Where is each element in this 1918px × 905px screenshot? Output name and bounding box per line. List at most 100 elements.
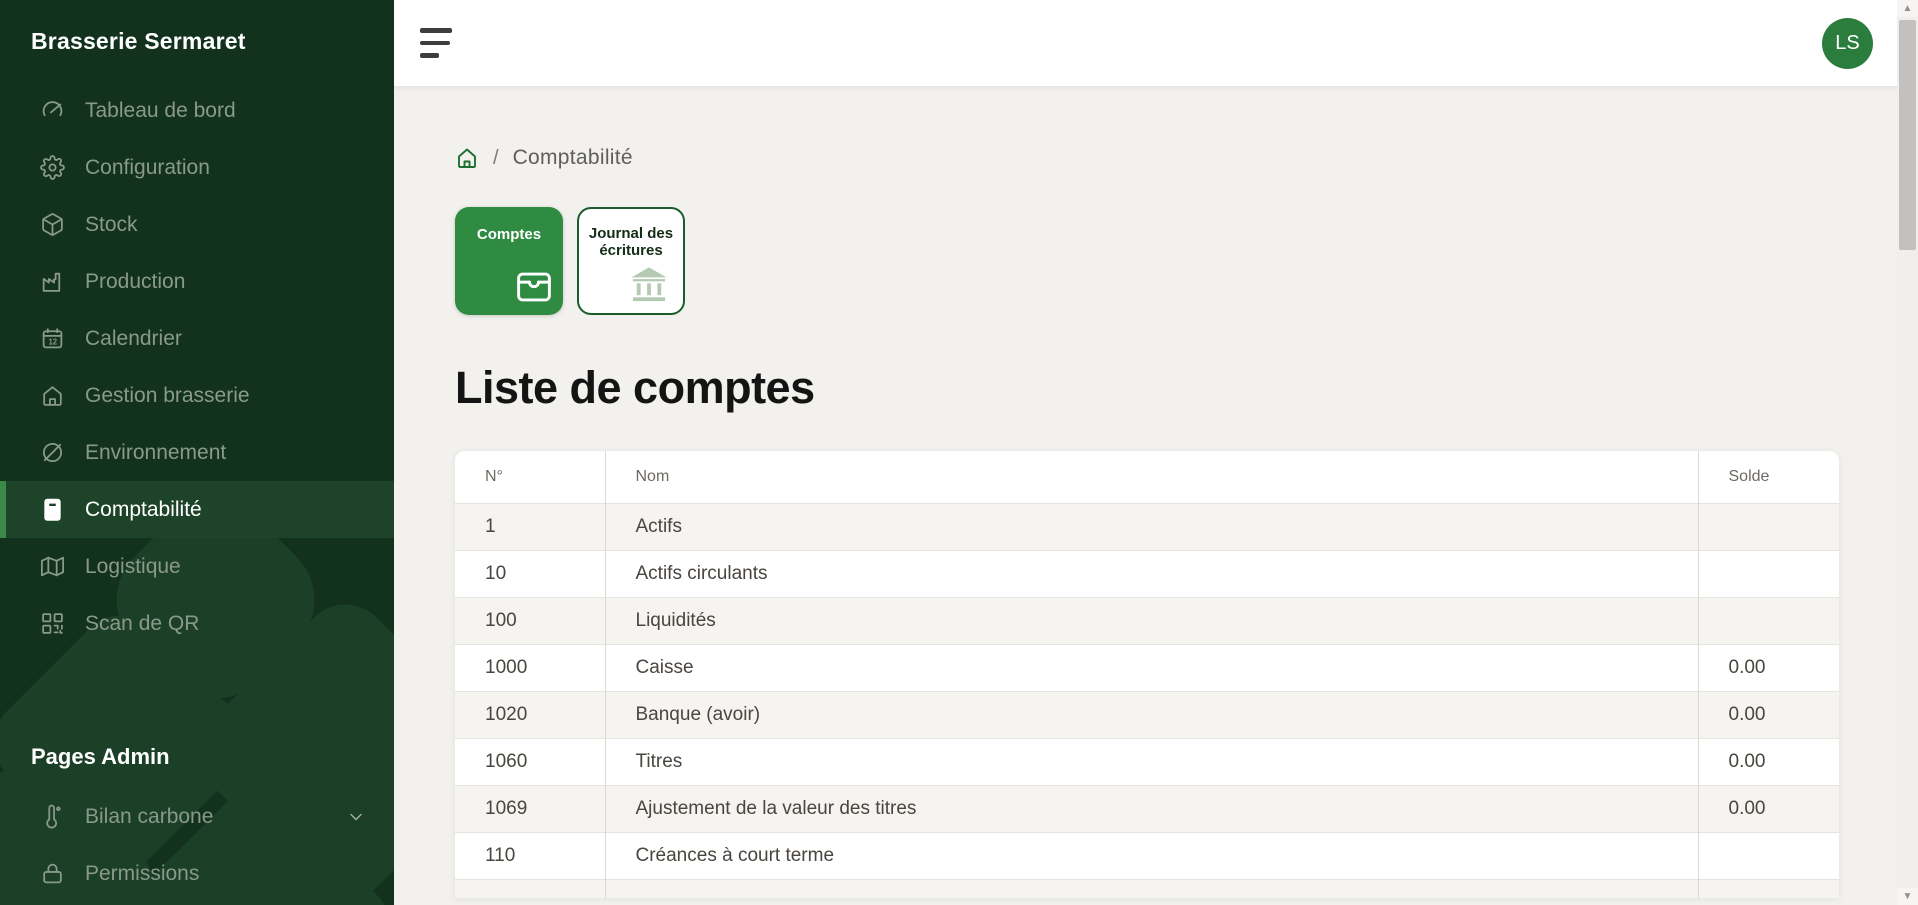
- sidebar-item-label: Comptabilité: [85, 498, 202, 522]
- sidebar-item-environnement[interactable]: Environnement: [0, 424, 394, 481]
- sidebar-item-comptabilite[interactable]: Comptabilité: [0, 481, 394, 538]
- gear-icon: [39, 155, 65, 181]
- cell-solde: [1698, 879, 1839, 898]
- table-row[interactable]: [455, 879, 1839, 898]
- cell-num: 1060: [455, 738, 605, 785]
- package-icon: [39, 212, 65, 238]
- scrollbar-thumb[interactable]: [1899, 20, 1916, 250]
- cell-solde: [1698, 503, 1839, 550]
- sidebar-item-label: Environnement: [85, 441, 226, 465]
- sidebar-item-label: Tableau de bord: [85, 99, 236, 123]
- user-avatar[interactable]: LS: [1822, 18, 1873, 69]
- page-title: Liste de comptes: [455, 361, 1918, 415]
- cell-nom: Actifs circulants: [605, 550, 1698, 597]
- calculator-icon: [39, 497, 65, 523]
- leaf-slash-icon: [39, 440, 65, 466]
- cell-solde: [1698, 550, 1839, 597]
- table-row[interactable]: 110 Créances à court terme: [455, 832, 1839, 879]
- breadcrumb-separator: /: [493, 147, 499, 170]
- sidebar-nav: Tableau de bord Configuration: [0, 82, 394, 652]
- home-icon: [39, 383, 65, 409]
- column-header-solde: Solde: [1698, 451, 1839, 503]
- factory-icon: [39, 269, 65, 295]
- qr-code-icon: [39, 611, 65, 637]
- breadcrumb-home-icon[interactable]: [455, 146, 479, 170]
- table-row[interactable]: 1 Actifs: [455, 503, 1839, 550]
- table-row[interactable]: 1060 Titres 0.00: [455, 738, 1839, 785]
- cell-nom: Titres: [605, 738, 1698, 785]
- svg-text:12: 12: [48, 337, 57, 346]
- table-row[interactable]: 1000 Caisse 0.00: [455, 644, 1839, 691]
- app-title: Brasserie Sermaret: [0, 0, 394, 56]
- sidebar-item-label: Bilan carbone: [85, 805, 213, 829]
- cell-nom: Banque (avoir): [605, 691, 1698, 738]
- menu-toggle-button[interactable]: [420, 28, 452, 58]
- module-tabs: Comptes Journal des écritures: [455, 207, 1918, 315]
- table-row[interactable]: 100 Liquidités: [455, 597, 1839, 644]
- cell-num: 1069: [455, 785, 605, 832]
- sidebar-item-production[interactable]: Production: [0, 253, 394, 310]
- cell-nom: Créances à court terme: [605, 832, 1698, 879]
- sidebar-item-label: Production: [85, 270, 185, 294]
- topbar: LS: [394, 0, 1918, 86]
- sidebar-item-label: Calendrier: [85, 327, 182, 351]
- sidebar-item-label: Scan de QR: [85, 612, 199, 636]
- cell-solde: [1698, 832, 1839, 879]
- main-area: LS / Comptabilité Comptes: [394, 0, 1918, 905]
- cell-num: 110: [455, 832, 605, 879]
- cell-nom: Ajustement de la valeur des titres: [605, 785, 1698, 832]
- cell-solde: [1698, 597, 1839, 644]
- gauge-icon: [39, 98, 65, 124]
- sidebar-item-gestion-brasserie[interactable]: Gestion brasserie: [0, 367, 394, 424]
- vertical-scrollbar[interactable]: ▲ ▼: [1897, 0, 1918, 905]
- sidebar-item-stock[interactable]: Stock: [0, 196, 394, 253]
- lock-icon: [39, 861, 65, 887]
- cell-num: 1020: [455, 691, 605, 738]
- sidebar-item-calendrier[interactable]: 12 Calendrier: [0, 310, 394, 367]
- scroll-down-arrow[interactable]: ▼: [1897, 888, 1918, 905]
- column-header-num: N°: [455, 451, 605, 503]
- sidebar: Brasserie Sermaret Tableau de bord: [0, 0, 394, 905]
- cell-num: 1000: [455, 644, 605, 691]
- cell-num: 100: [455, 597, 605, 644]
- sidebar-item-logistique[interactable]: Logistique: [0, 538, 394, 595]
- table-row[interactable]: 10 Actifs circulants: [455, 550, 1839, 597]
- sidebar-item-configuration[interactable]: Configuration: [0, 139, 394, 196]
- wallet-icon: [514, 270, 554, 304]
- cell-solde: 0.00: [1698, 738, 1839, 785]
- table-row[interactable]: 1069 Ajustement de la valeur des titres …: [455, 785, 1839, 832]
- table-row[interactable]: 1020 Banque (avoir) 0.00: [455, 691, 1839, 738]
- cell-num: 1: [455, 503, 605, 550]
- breadcrumb: / Comptabilité: [455, 146, 1918, 170]
- sidebar-item-scan-de-qr[interactable]: Scan de QR: [0, 595, 394, 652]
- sidebar-item-label: Stock: [85, 213, 138, 237]
- map-icon: [39, 554, 65, 580]
- tab-comptes[interactable]: Comptes: [455, 207, 563, 315]
- cell-nom: [605, 879, 1698, 898]
- sidebar-item-label: Logistique: [85, 555, 181, 579]
- admin-section-label: Pages Admin: [0, 744, 394, 770]
- page-content: / Comptabilité Comptes Journal de: [394, 86, 1918, 905]
- scroll-up-arrow[interactable]: ▲: [1897, 0, 1918, 17]
- cell-nom: Actifs: [605, 503, 1698, 550]
- tab-label: Journal des écritures: [579, 209, 683, 259]
- calendar-icon: 12: [39, 326, 65, 352]
- tab-label: Comptes: [455, 207, 563, 243]
- sidebar-item-permissions[interactable]: Permissions: [0, 845, 394, 902]
- cell-nom: Caisse: [605, 644, 1698, 691]
- cell-solde: 0.00: [1698, 691, 1839, 738]
- cell-num: [455, 879, 605, 898]
- sidebar-item-bilan-carbone[interactable]: Bilan carbone: [0, 788, 394, 845]
- sidebar-admin-nav: Bilan carbone Permissions: [0, 788, 394, 902]
- chevron-down-icon: [346, 807, 366, 827]
- column-header-nom: Nom: [605, 451, 1698, 503]
- sidebar-item-label: Permissions: [85, 862, 199, 886]
- sidebar-item-label: Gestion brasserie: [85, 384, 250, 408]
- cell-solde: 0.00: [1698, 785, 1839, 832]
- breadcrumb-current: Comptabilité: [513, 146, 633, 170]
- tab-journal-des-ecritures[interactable]: Journal des écritures: [577, 207, 685, 315]
- thermometer-icon: [39, 804, 65, 830]
- sidebar-item-label: Configuration: [85, 156, 210, 180]
- sidebar-item-tableau-de-bord[interactable]: Tableau de bord: [0, 82, 394, 139]
- cell-nom: Liquidités: [605, 597, 1698, 644]
